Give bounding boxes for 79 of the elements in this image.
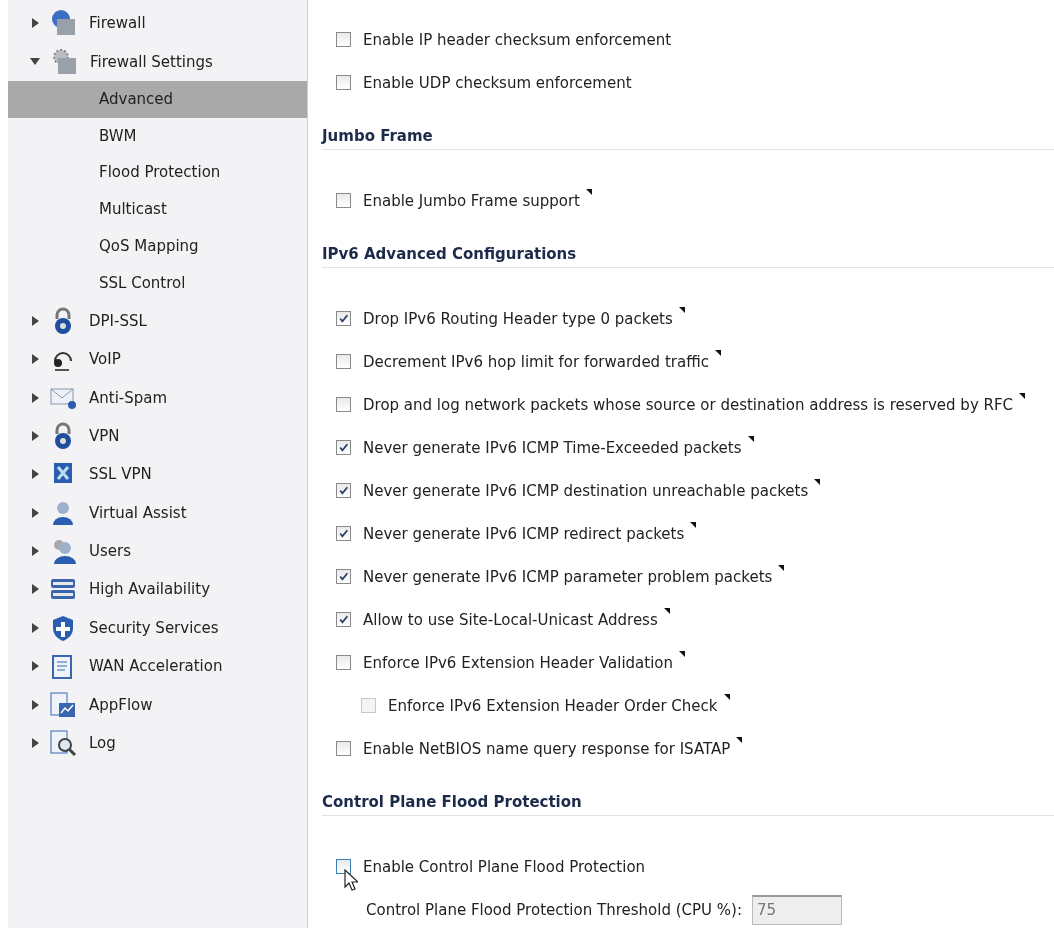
checkbox[interactable] xyxy=(336,75,351,90)
checkbox-label[interactable]: Enable UDP checksum enforcement xyxy=(363,73,632,92)
nav-item[interactable]: High Availability xyxy=(89,580,210,599)
checkbox[interactable] xyxy=(336,354,351,369)
help-tip-icon[interactable] xyxy=(678,307,685,313)
checkbox-label[interactable]: Enable IP header checksum enforcement xyxy=(363,30,672,49)
help-tip-icon[interactable] xyxy=(714,350,721,356)
nav-item[interactable]: AppFlow xyxy=(89,695,153,714)
expander-icon[interactable] xyxy=(32,469,39,480)
checkbox[interactable] xyxy=(336,569,351,584)
help-tip-icon[interactable] xyxy=(690,522,697,528)
nav-item[interactable]: Virtual Assist xyxy=(89,503,187,522)
nav-item[interactable]: Firewall xyxy=(89,14,146,33)
expander-icon[interactable] xyxy=(32,507,39,518)
expander-icon[interactable] xyxy=(30,58,40,66)
nav-subitem[interactable]: Flood Protection xyxy=(8,154,307,192)
checkbox-label[interactable]: Enable Jumbo Frame support xyxy=(363,191,580,210)
nav-item[interactable]: WAN Acceleration xyxy=(89,657,223,676)
chart-icon xyxy=(49,690,77,719)
checkbox[interactable] xyxy=(336,655,351,670)
expander-icon[interactable] xyxy=(32,738,39,749)
checkbox[interactable] xyxy=(336,32,351,47)
section-heading: IPv6 Advanced Configurations xyxy=(322,242,1054,268)
help-tip-icon[interactable] xyxy=(778,565,785,571)
checkbox-label[interactable]: Enable NetBIOS name query response for ISATAP xyxy=(363,739,731,758)
nav-item[interactable]: SSL VPN xyxy=(89,465,152,484)
expander-icon[interactable] xyxy=(32,392,39,403)
expander-icon[interactable] xyxy=(32,315,39,326)
checkbox[interactable] xyxy=(336,612,351,627)
expander-icon[interactable] xyxy=(32,661,39,672)
checkbox-label[interactable]: Enforce IPv6 Extension Header Validation xyxy=(363,653,674,672)
help-tip-icon[interactable] xyxy=(663,608,670,614)
checkbox-label[interactable]: Enable Control Plane Flood Protection xyxy=(363,857,646,876)
nav-item[interactable]: Firewall Settings xyxy=(90,52,213,71)
help-tip-icon[interactable] xyxy=(585,189,592,195)
expander-icon[interactable] xyxy=(32,18,39,29)
checkbox-label[interactable]: Never generate IPv6 ICMP parameter problem packets xyxy=(363,567,773,586)
help-tip-icon[interactable] xyxy=(736,737,743,743)
help-tip-icon[interactable] xyxy=(814,479,821,485)
checkbox-label[interactable]: Never generate IPv6 ICMP redirect packets xyxy=(363,524,685,543)
checkbox-label[interactable]: Drop and log network packets whose source or destination address is reserved by RFC xyxy=(363,395,1014,414)
checkbox[interactable] xyxy=(336,741,351,756)
checkbox[interactable] xyxy=(336,526,351,541)
search-icon xyxy=(49,729,77,758)
expander-icon[interactable] xyxy=(32,354,39,365)
nav-item[interactable]: Log xyxy=(89,734,116,753)
nav-subitem[interactable]: SSL Control xyxy=(8,264,307,302)
help-tip-icon[interactable] xyxy=(747,436,754,442)
expander-icon[interactable] xyxy=(32,430,39,441)
nav-item[interactable]: DPI-SSL xyxy=(89,311,147,330)
nav-subitem[interactable]: Multicast xyxy=(8,191,307,228)
section-heading: Control Plane Flood Protection xyxy=(322,790,1054,816)
section-heading: Jumbo Frame xyxy=(322,124,1054,150)
nav-item[interactable]: Security Services xyxy=(89,618,219,637)
help-tip-icon[interactable] xyxy=(679,651,686,657)
nav-subitem[interactable]: BWM xyxy=(8,117,307,155)
expander-icon[interactable] xyxy=(32,699,39,710)
field-label: Control Plane Flood Protection Threshold (CPU %): xyxy=(366,900,742,919)
checkbox-label[interactable]: Drop IPv6 Routing Header type 0 packets xyxy=(363,309,673,328)
nav-subitem[interactable]: QoS Mapping xyxy=(8,227,307,265)
checkbox-label[interactable]: Allow to use Site-Local-Unicast Address xyxy=(363,610,658,629)
nav-subitem[interactable]: Advanced xyxy=(8,80,307,118)
expander-icon[interactable] xyxy=(32,622,39,633)
nav-item[interactable]: Anti-Spam xyxy=(89,388,168,407)
checkbox[interactable] xyxy=(336,397,351,412)
help-tip-icon[interactable] xyxy=(1019,393,1026,399)
nav-item[interactable]: VPN xyxy=(89,426,120,445)
expander-icon[interactable] xyxy=(32,584,39,595)
nav-item[interactable]: VoIP xyxy=(89,350,121,369)
checkbox[interactable] xyxy=(336,483,351,498)
checkbox[interactable] xyxy=(336,193,351,208)
expander-icon[interactable] xyxy=(32,546,39,557)
checkbox[interactable] xyxy=(336,440,351,455)
checkbox[interactable] xyxy=(336,311,351,326)
nav-item[interactable]: Users xyxy=(89,542,131,561)
checkbox-label[interactable]: Never generate IPv6 ICMP destination unreachable packets xyxy=(363,481,809,500)
checkbox-label[interactable]: Never generate IPv6 ICMP Time-Exceeded packets xyxy=(363,438,742,457)
gear-icon xyxy=(50,47,78,76)
checkbox-label[interactable]: Decrement IPv6 hop limit for forwarded traffic xyxy=(363,352,709,371)
